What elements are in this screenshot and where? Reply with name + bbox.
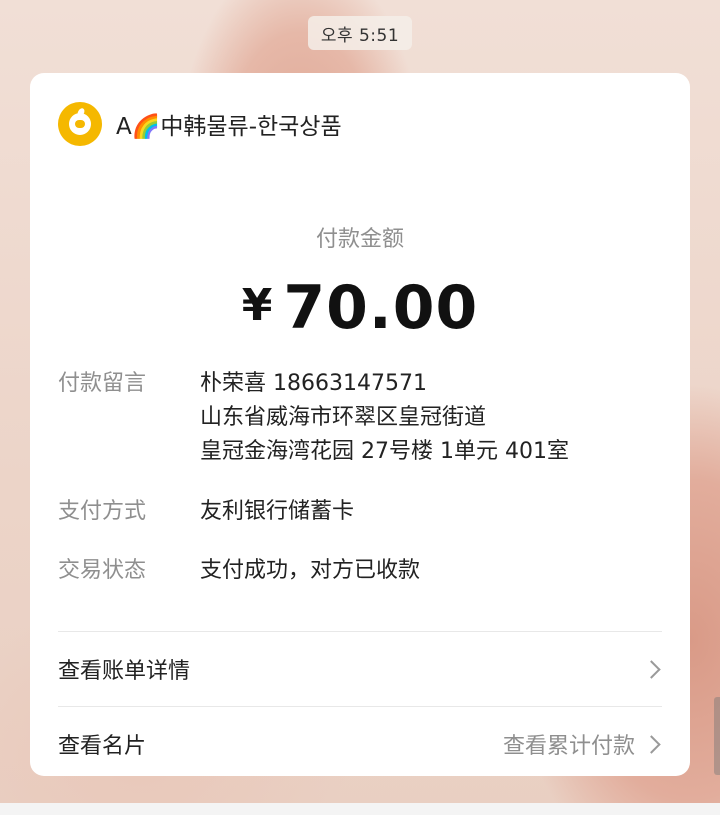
view-cumulative-payments-label: 查看累计付款: [502, 734, 635, 759]
detail-label-status: 交易状态: [58, 558, 147, 583]
view-business-card-link[interactable]: 查看名片 查看累计付款: [58, 707, 662, 781]
view-bill-details-link[interactable]: 查看账单详情: [58, 632, 662, 706]
status-time-text: 오후 5:51: [320, 25, 400, 46]
amount-label: 付款金额: [315, 227, 404, 252]
currency-symbol: ¥: [241, 280, 274, 331]
merchant-logo-icon: [58, 102, 102, 146]
message-line-address-1: 山东省威海市环翠区皇冠街道: [200, 405, 487, 430]
detail-value-message: 朴荣喜 18663147571 山东省威海市环翠区皇冠街道 皇冠金海湾花园 27…: [200, 367, 569, 469]
payment-method-text: 友利银行储蓄卡: [200, 499, 355, 524]
chevron-right-icon: [642, 734, 661, 754]
view-bill-details-label: 查看账单详情: [58, 659, 191, 684]
detail-row-payment-method: 支付方式 友利银行储蓄卡: [58, 495, 662, 529]
detail-value-payment-method: 友利银行储蓄卡: [200, 495, 354, 529]
detail-value-status: 支付成功，对方已收款: [200, 554, 420, 588]
payment-amount: ¥70.00: [30, 273, 690, 343]
merchant-header[interactable]: A🌈中韩물류-한국상품: [58, 102, 342, 146]
status-time: 오후 5:51: [308, 16, 412, 50]
bottom-bar: [0, 803, 720, 815]
chevron-right-icon: [642, 659, 661, 679]
message-line-address-2: 皇冠金海湾花园 27号楼 1单元 401室: [200, 439, 569, 464]
detail-row-status: 交易状态 支付成功，对方已收款: [58, 554, 662, 588]
amount-value: 70.00: [283, 273, 479, 343]
detail-row-message: 付款留言 朴荣喜 18663147571 山东省威海市环翠区皇冠街道 皇冠金海湾…: [58, 367, 662, 469]
transaction-status-text: 支付成功，对方已收款: [200, 558, 421, 583]
merchant-name: A🌈中韩물류-한국상품: [116, 114, 342, 140]
scroll-indicator[interactable]: [714, 697, 720, 775]
detail-label-message: 付款留言: [58, 371, 147, 396]
payment-receipt-card: A🌈中韩물류-한국상품 付款金额 ¥70.00 付款留言 朴荣喜 1866314…: [30, 73, 690, 776]
message-line-name-phone: 朴荣喜 18663147571: [200, 371, 427, 396]
detail-label-payment-method: 支付方式: [58, 499, 147, 524]
view-business-card-label: 查看名片: [58, 734, 147, 759]
